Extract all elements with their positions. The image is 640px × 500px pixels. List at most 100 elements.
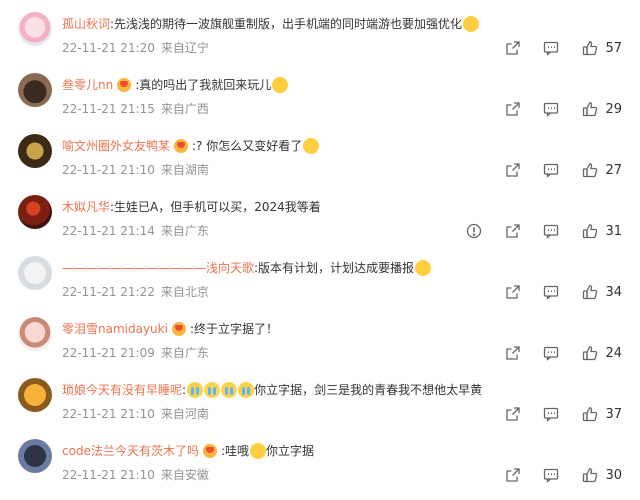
fan-badge-icon	[202, 444, 217, 458]
like-icon[interactable]	[581, 39, 599, 57]
like-count: 30	[605, 467, 622, 483]
username-link[interactable]: 木姒凡华	[62, 197, 110, 217]
like-icon[interactable]	[581, 222, 599, 240]
comment-text: :生娃已A，但手机可以买，2024我等着	[110, 200, 321, 214]
like-count: 57	[605, 40, 622, 56]
comment-time: 22-11-21 21:10	[62, 407, 155, 421]
comment-time: 22-11-21 21:22	[62, 285, 155, 299]
crying-emoji-icon	[187, 382, 204, 398]
username-link[interactable]: 喻文州圈外女友鸭某	[62, 136, 170, 156]
share-icon[interactable]	[504, 222, 522, 240]
share-icon[interactable]	[504, 466, 522, 484]
comment-location: 来自辽宁	[160, 41, 209, 55]
comment-location: 来自湖南	[160, 163, 209, 177]
comment-item: 叁零儿nn:真的吗出了我就回来玩儿 22-11-21 21:15 来自广西 29	[0, 73, 640, 134]
username-link[interactable]: 琐娘今天有没有早睡呢	[62, 380, 182, 400]
reply-icon[interactable]	[542, 161, 560, 179]
username-link[interactable]: 叁零儿nn	[62, 75, 113, 95]
share-icon[interactable]	[504, 344, 522, 362]
comment-meta: 22-11-21 21:20 来自辽宁	[62, 40, 209, 56]
comment-body: 木姒凡华:生娃已A，但手机可以买，2024我等着	[62, 197, 630, 217]
like-icon[interactable]	[581, 100, 599, 118]
comment-list: 孤山秋词:先浅浅的期待一波旗舰重制版，出手机端的同时端游也要加强优化 22-11-…	[0, 0, 640, 497]
avatar[interactable]	[18, 378, 52, 412]
comment-meta: 22-11-21 21:22 来自北京	[62, 284, 209, 300]
comment-location: 来自广东	[160, 346, 209, 360]
comment-body: 琐娘今天有没有早睡呢: 你立字据，剑三是我的青春我不想他太早黄	[62, 380, 630, 400]
comment-text-prefix: :哇哦	[220, 444, 249, 458]
reply-icon[interactable]	[542, 466, 560, 484]
like-icon[interactable]	[581, 283, 599, 301]
comment-text-prefix: :	[182, 383, 187, 397]
crying-emoji-icon	[204, 382, 221, 398]
username-link[interactable]: ————————————浅向天歌	[62, 258, 254, 278]
comment-actions: 31	[465, 221, 622, 241]
comment-time: 22-11-21 21:14	[62, 224, 155, 238]
reply-icon[interactable]	[542, 100, 560, 118]
like-icon[interactable]	[581, 344, 599, 362]
username-link[interactable]: 孤山秋词	[62, 14, 110, 34]
comment-meta: 22-11-21 21:14 来自广东	[62, 223, 209, 239]
comment-body: 喻文州圈外女友鸭某:? 你怎么又变好看了	[62, 136, 630, 156]
comment-actions: 24	[504, 343, 622, 363]
like-icon[interactable]	[581, 161, 599, 179]
emoji-icon	[303, 138, 320, 154]
comment-item: 孤山秋词:先浅浅的期待一波旗舰重制版，出手机端的同时端游也要加强优化 22-11-…	[0, 12, 640, 73]
like-icon[interactable]	[581, 405, 599, 423]
avatar[interactable]	[18, 317, 52, 351]
avatar[interactable]	[18, 439, 52, 473]
comment-text: :先浅浅的期待一波旗舰重制版，出手机端的同时端游也要加强优化	[110, 17, 463, 31]
comment-body: 叁零儿nn :真的吗出了我就回来玩儿	[62, 75, 630, 95]
comment-time: 22-11-21 21:15	[62, 102, 155, 116]
comment-meta: 22-11-21 21:10 来自河南	[62, 406, 209, 422]
reply-icon[interactable]	[542, 283, 560, 301]
comment-actions: 30	[504, 465, 622, 485]
comment-actions: 27	[504, 160, 622, 180]
fan-badge-icon	[117, 78, 132, 92]
share-icon[interactable]	[504, 283, 522, 301]
avatar[interactable]	[18, 256, 52, 290]
reply-icon[interactable]	[542, 344, 560, 362]
comment-item: code法兰今天有茨木了吗:哇哦 你立字据 22-11-21 21:10 来自安徽 30	[0, 439, 640, 500]
fan-badge-icon	[171, 322, 186, 336]
comment-body: code法兰今天有茨木了吗 :哇哦 你立字据	[62, 441, 630, 461]
reply-icon[interactable]	[542, 405, 560, 423]
emoji-icon	[415, 260, 432, 276]
comment-location: 来自安徽	[160, 468, 209, 482]
emoji-icon	[463, 16, 480, 32]
comment-body: 孤山秋词:先浅浅的期待一波旗舰重制版，出手机端的同时端游也要加强优化	[62, 14, 630, 34]
comment-item: 零泪雪namidayuki:终于立字据了！ 22-11-21 21:09 来自广东 2…	[0, 317, 640, 378]
share-icon[interactable]	[504, 405, 522, 423]
comment-text: 你立字据	[266, 444, 315, 458]
avatar[interactable]	[18, 195, 52, 229]
comment-actions: 37	[504, 404, 622, 424]
report-icon[interactable]	[465, 222, 483, 240]
comment-item: ————————————浅向天歌:版本有计划，计划达成要播报 22-11-21 2…	[0, 256, 640, 317]
comment-text: :终于立字据了！	[189, 322, 278, 336]
comment-location: 来自广东	[160, 224, 209, 238]
reply-icon[interactable]	[542, 39, 560, 57]
comment-meta: 22-11-21 21:10 来自湖南	[62, 162, 209, 178]
emoji-icon	[272, 77, 289, 93]
reply-icon[interactable]	[542, 222, 560, 240]
comment-body: ————————————浅向天歌:版本有计划，计划达成要播报	[62, 258, 630, 278]
comment-time: 22-11-21 21:10	[62, 163, 155, 177]
share-icon[interactable]	[504, 39, 522, 57]
share-icon[interactable]	[504, 161, 522, 179]
like-count: 34	[605, 284, 622, 300]
like-icon[interactable]	[581, 466, 599, 484]
comment-text: :真的吗出了我就回来玩儿	[135, 78, 272, 92]
fan-badge-icon	[174, 139, 189, 153]
comment-location: 来自广西	[160, 102, 209, 116]
comment-meta: 22-11-21 21:15 来自广西	[62, 101, 209, 117]
comment-text: :版本有计划，计划达成要播报	[254, 261, 415, 275]
avatar[interactable]	[18, 12, 52, 46]
avatar[interactable]	[18, 134, 52, 168]
comment-actions: 57	[504, 38, 622, 58]
avatar[interactable]	[18, 73, 52, 107]
username-link[interactable]: code法兰今天有茨木了吗	[62, 441, 199, 461]
username-link[interactable]: 零泪雪namidayuki	[62, 319, 168, 339]
crying-emoji-icon	[238, 382, 255, 398]
like-count: 31	[605, 223, 622, 239]
share-icon[interactable]	[504, 100, 522, 118]
